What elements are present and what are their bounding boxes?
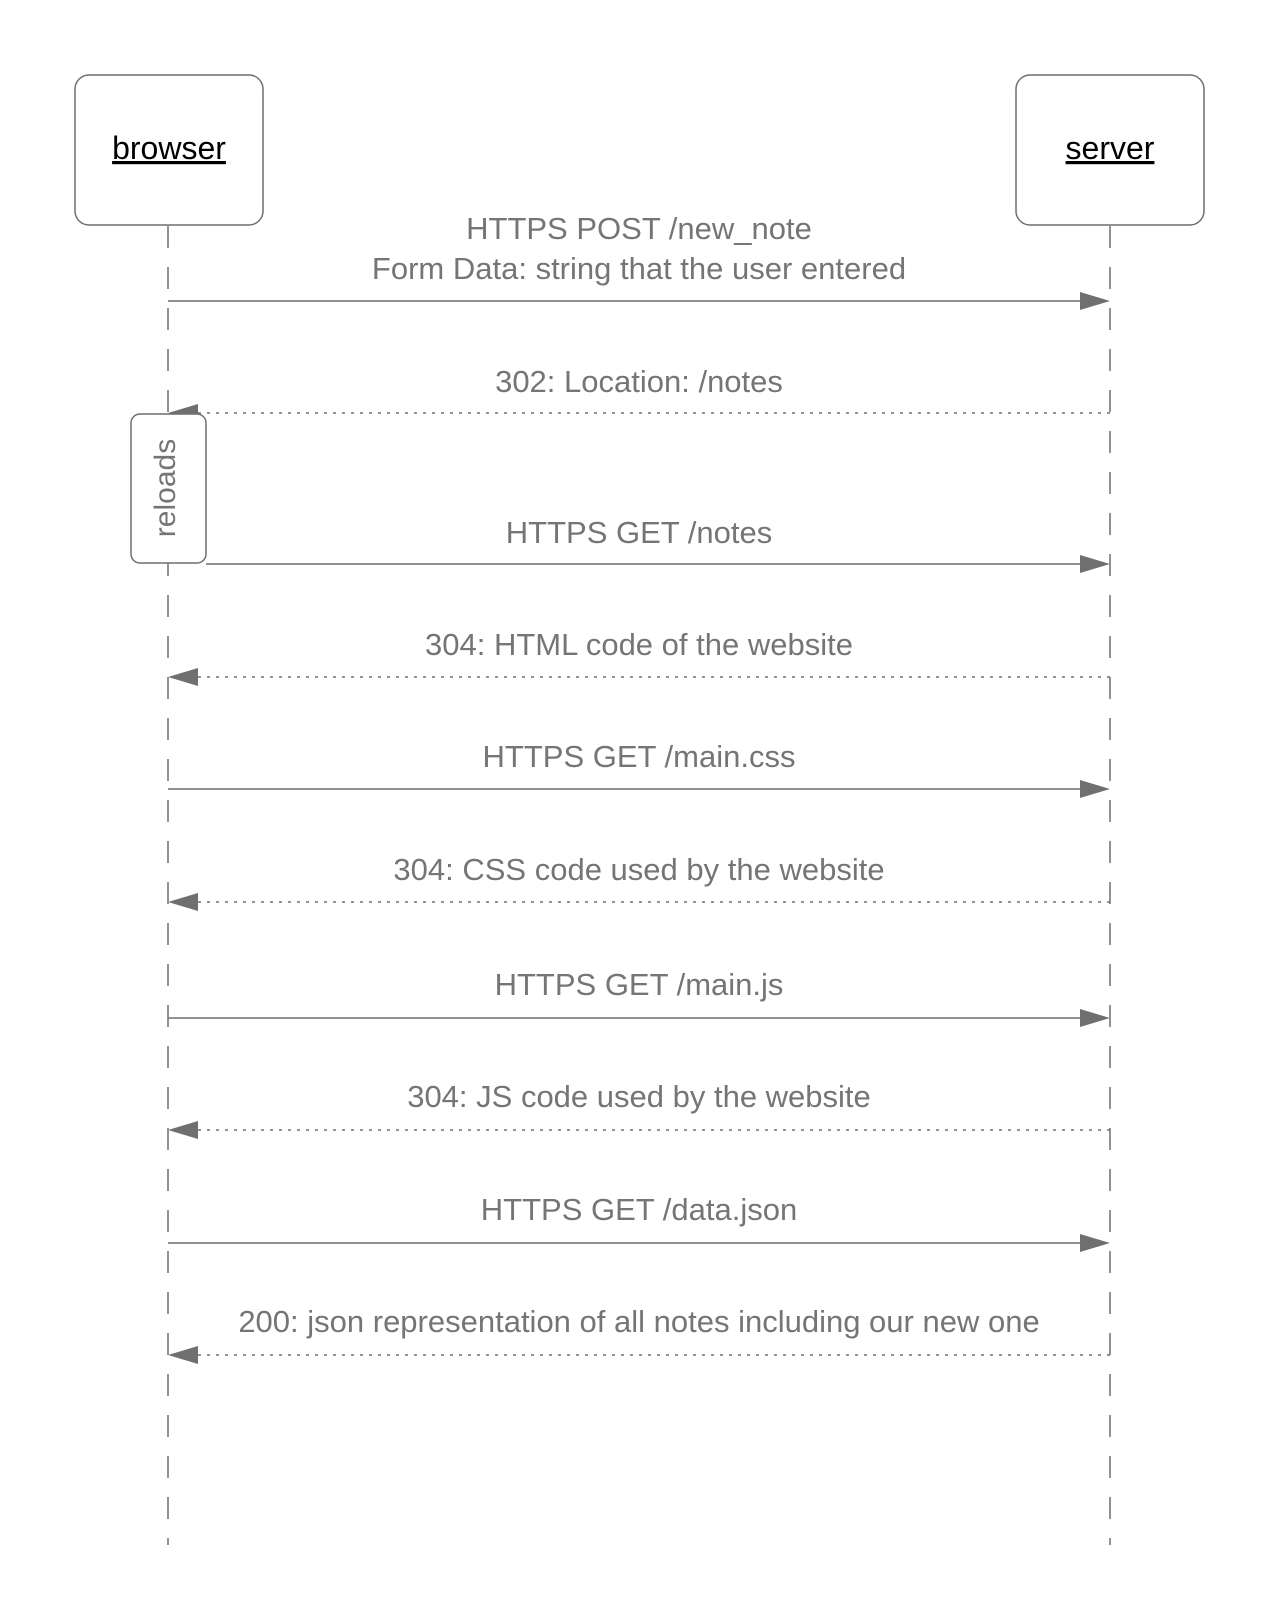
arrowhead-left (168, 668, 198, 686)
browser-label: browser (112, 130, 226, 166)
message-label: 304: CSS code used by the website (393, 852, 884, 887)
actor-server: server (1015, 74, 1205, 226)
message-get-main-css: HTTPS GET /main.css (168, 739, 1110, 798)
message-304-js: 304: JS code used by the website (168, 1079, 1110, 1139)
message-label: 304: JS code used by the website (407, 1079, 871, 1114)
message-label: HTTPS GET /data.json (481, 1192, 797, 1227)
message-label: HTTPS GET /main.css (483, 739, 796, 774)
message-label: Form Data: string that the user entered (372, 251, 906, 286)
message-304-css: 304: CSS code used by the website (168, 852, 1110, 911)
arrowhead-left (168, 1346, 198, 1364)
arrowhead-right (1080, 780, 1110, 798)
arrowhead-left (168, 893, 198, 911)
arrowhead-right (1080, 1234, 1110, 1252)
message-302-location: 302: Location: /notes (168, 364, 1110, 422)
activation-reloads: reloads (130, 413, 207, 564)
message-label: HTTPS GET /notes (506, 515, 772, 550)
message-get-main-js: HTTPS GET /main.js (168, 967, 1110, 1027)
server-label: server (1066, 130, 1155, 166)
message-label: 302: Location: /notes (495, 364, 783, 399)
arrowhead-right (1080, 1009, 1110, 1027)
sequence-diagram: browser server HTTPS POST /new_note Form… (74, 74, 1205, 1545)
activation-label: reloads (149, 439, 182, 537)
message-get-data-json: HTTPS GET /data.json (168, 1192, 1110, 1252)
message-get-notes: HTTPS GET /notes (206, 515, 1110, 573)
message-200-json: 200: json representation of all notes in… (168, 1304, 1110, 1364)
message-304-html: 304: HTML code of the website (168, 627, 1110, 686)
message-label: HTTPS GET /main.js (495, 967, 784, 1002)
message-label: HTTPS POST /new_note (466, 211, 812, 246)
arrowhead-left (168, 1121, 198, 1139)
message-label: 304: HTML code of the website (425, 627, 853, 662)
actor-browser: browser (74, 74, 264, 226)
arrowhead-right (1080, 555, 1110, 573)
message-label: 200: json representation of all notes in… (238, 1304, 1039, 1339)
message-post-new-note: HTTPS POST /new_note Form Data: string t… (168, 211, 1110, 310)
arrowhead-right (1080, 292, 1110, 310)
